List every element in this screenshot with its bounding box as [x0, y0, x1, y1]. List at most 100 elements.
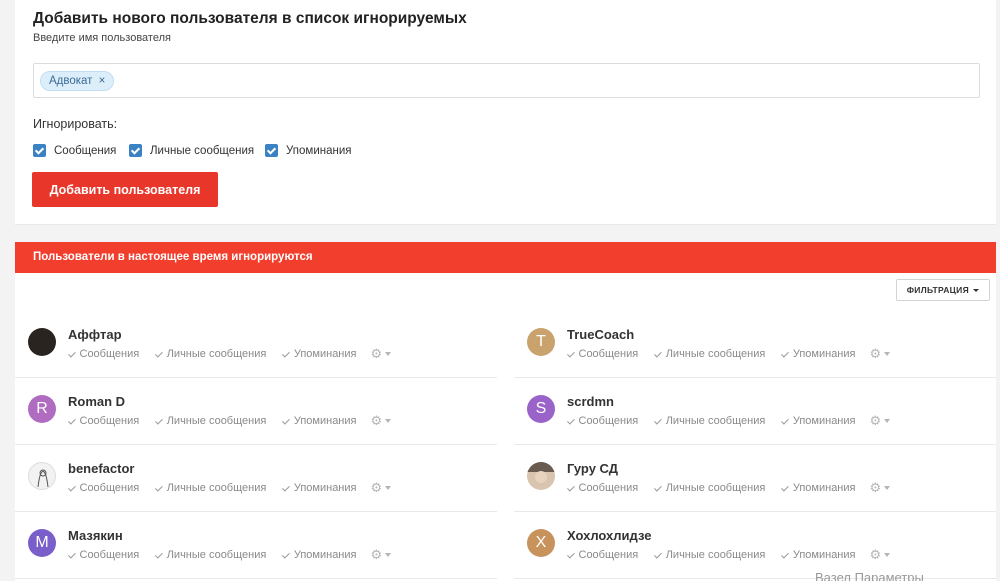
perm-label: Упоминания: [293, 482, 357, 494]
perm-label: Сообщения: [79, 549, 140, 561]
ignore-permissions: Сообщения Личные сообщения Упоминания ⚙: [68, 346, 392, 362]
user-name-link[interactable]: Мазякин: [68, 528, 123, 543]
perm-private-messages: Личные сообщения: [155, 415, 266, 427]
avatar[interactable]: [28, 328, 56, 356]
add-user-title: Добавить нового пользователя в список иг…: [33, 10, 467, 27]
perm-label: Сообщения: [578, 415, 639, 427]
perm-label: Личные сообщения: [166, 348, 267, 360]
perm-mentions: Упоминания: [781, 415, 856, 427]
perm-private-messages: Личные сообщения: [155, 348, 266, 360]
username-tag: Адвокат ×: [40, 71, 115, 91]
ignore-label: Игнорировать:: [33, 117, 118, 131]
user-name-link[interactable]: benefactor: [68, 461, 134, 476]
caret-down-icon: [385, 486, 392, 490]
gear-icon[interactable]: ⚙: [371, 480, 392, 496]
gear-icon[interactable]: ⚙: [870, 413, 891, 429]
add-user-button[interactable]: Добавить пользователя: [32, 172, 218, 207]
ignore-private-messages-checkbox[interactable]: Личные сообщения: [129, 144, 254, 157]
perm-label: Личные сообщения: [665, 415, 766, 427]
ignored-user-row: M Мазякин Сообщения Личные сообщения Упо…: [15, 512, 497, 579]
avatar[interactable]: T: [527, 328, 555, 356]
check-icon: [282, 483, 290, 491]
avatar[interactable]: [527, 462, 555, 490]
check-icon: [781, 483, 789, 491]
ignore-permissions: Сообщения Личные сообщения Упоминания ⚙: [567, 346, 891, 362]
user-name-link[interactable]: Аффтар: [68, 327, 122, 342]
perm-messages: Сообщения: [567, 482, 638, 494]
gear-icon[interactable]: ⚙: [870, 346, 891, 362]
ignored-user-row: T TrueCoach Сообщения Личные сообщения У…: [514, 311, 996, 378]
check-icon: [155, 349, 163, 357]
check-icon: [68, 416, 76, 424]
check-icon: [781, 416, 789, 424]
gear-icon[interactable]: ⚙: [371, 346, 392, 362]
gear-icon[interactable]: ⚙: [371, 413, 392, 429]
ignore-permissions: Сообщения Личные сообщения Упоминания ⚙: [68, 413, 392, 429]
gear-icon[interactable]: ⚙: [870, 480, 891, 496]
user-name-link[interactable]: Roman D: [68, 394, 125, 409]
perm-label: Личные сообщения: [166, 415, 267, 427]
check-icon: [654, 550, 662, 558]
gear-icon[interactable]: ⚙: [371, 547, 392, 563]
ignored-users-panel: Пользователи в настоящее время игнорирую…: [15, 242, 996, 581]
caret-down-icon: [973, 289, 979, 293]
ignored-users-grid: Аффтар Сообщения Личные сообщения Упомин…: [15, 311, 996, 579]
user-name-link[interactable]: Гуру СД: [567, 461, 618, 476]
user-name-link[interactable]: Хохлохлидзе: [567, 528, 651, 543]
partially-visible-footer-text: Вазел Параметры: [815, 570, 924, 581]
perm-messages: Сообщения: [68, 348, 139, 360]
perm-mentions: Упоминания: [282, 482, 357, 494]
check-icon: [781, 349, 789, 357]
ignore-permissions: Сообщения Личные сообщения Упоминания ⚙: [68, 480, 392, 496]
user-name-link[interactable]: scrdmn: [567, 394, 614, 409]
perm-label: Сообщения: [79, 415, 140, 427]
perm-mentions: Упоминания: [781, 348, 856, 360]
ignore-permissions: Сообщения Личные сообщения Упоминания ⚙: [567, 413, 891, 429]
perm-messages: Сообщения: [68, 482, 139, 494]
perm-private-messages: Личные сообщения: [654, 549, 765, 561]
checkbox-checked-icon[interactable]: [265, 144, 278, 157]
avatar[interactable]: M: [28, 529, 56, 557]
perm-messages: Сообщения: [567, 549, 638, 561]
sketch-portrait-icon: [37, 469, 49, 488]
checkbox-checked-icon[interactable]: [33, 144, 46, 157]
avatar[interactable]: R: [28, 395, 56, 423]
checkbox-checked-icon[interactable]: [129, 144, 142, 157]
ignore-messages-checkbox[interactable]: Сообщения: [33, 144, 116, 157]
perm-mentions: Упоминания: [781, 482, 856, 494]
perm-label: Личные сообщения: [166, 549, 267, 561]
ignore-permissions: Сообщения Личные сообщения Упоминания ⚙: [68, 547, 392, 563]
filter-label: ФИЛЬТРАЦИЯ: [906, 285, 969, 295]
perm-label: Сообщения: [578, 348, 639, 360]
check-icon: [68, 483, 76, 491]
user-name-link[interactable]: TrueCoach: [567, 327, 634, 342]
perm-label: Личные сообщения: [665, 549, 766, 561]
perm-label: Упоминания: [792, 348, 856, 360]
caret-down-icon: [884, 553, 891, 557]
perm-private-messages: Личные сообщения: [654, 348, 765, 360]
avatar[interactable]: S: [527, 395, 555, 423]
username-tag-input[interactable]: Адвокат ×: [33, 63, 980, 98]
ignored-user-row: Аффтар Сообщения Личные сообщения Упомин…: [15, 311, 497, 378]
avatar[interactable]: X: [527, 529, 555, 557]
caret-down-icon: [385, 352, 392, 356]
check-icon: [68, 349, 76, 357]
perm-label: Сообщения: [578, 482, 639, 494]
perm-label: Сообщения: [578, 549, 639, 561]
check-icon: [567, 349, 575, 357]
remove-tag-icon[interactable]: ×: [99, 75, 106, 87]
perm-messages: Сообщения: [68, 415, 139, 427]
add-ignored-user-panel: Добавить нового пользователя в список иг…: [15, 0, 996, 225]
ignore-mentions-checkbox[interactable]: Упоминания: [265, 144, 352, 157]
perm-mentions: Упоминания: [282, 415, 357, 427]
avatar[interactable]: [28, 462, 56, 490]
perm-label: Упоминания: [293, 415, 357, 427]
checkbox-label: Упоминания: [286, 144, 352, 157]
caret-down-icon: [884, 419, 891, 423]
username-hint: Введите имя пользователя: [33, 32, 171, 44]
filter-dropdown-button[interactable]: ФИЛЬТРАЦИЯ: [895, 279, 990, 301]
caret-down-icon: [385, 419, 392, 423]
gear-icon[interactable]: ⚙: [870, 547, 891, 563]
check-icon: [68, 550, 76, 558]
ignore-permissions: Сообщения Личные сообщения Упоминания ⚙: [567, 547, 891, 563]
